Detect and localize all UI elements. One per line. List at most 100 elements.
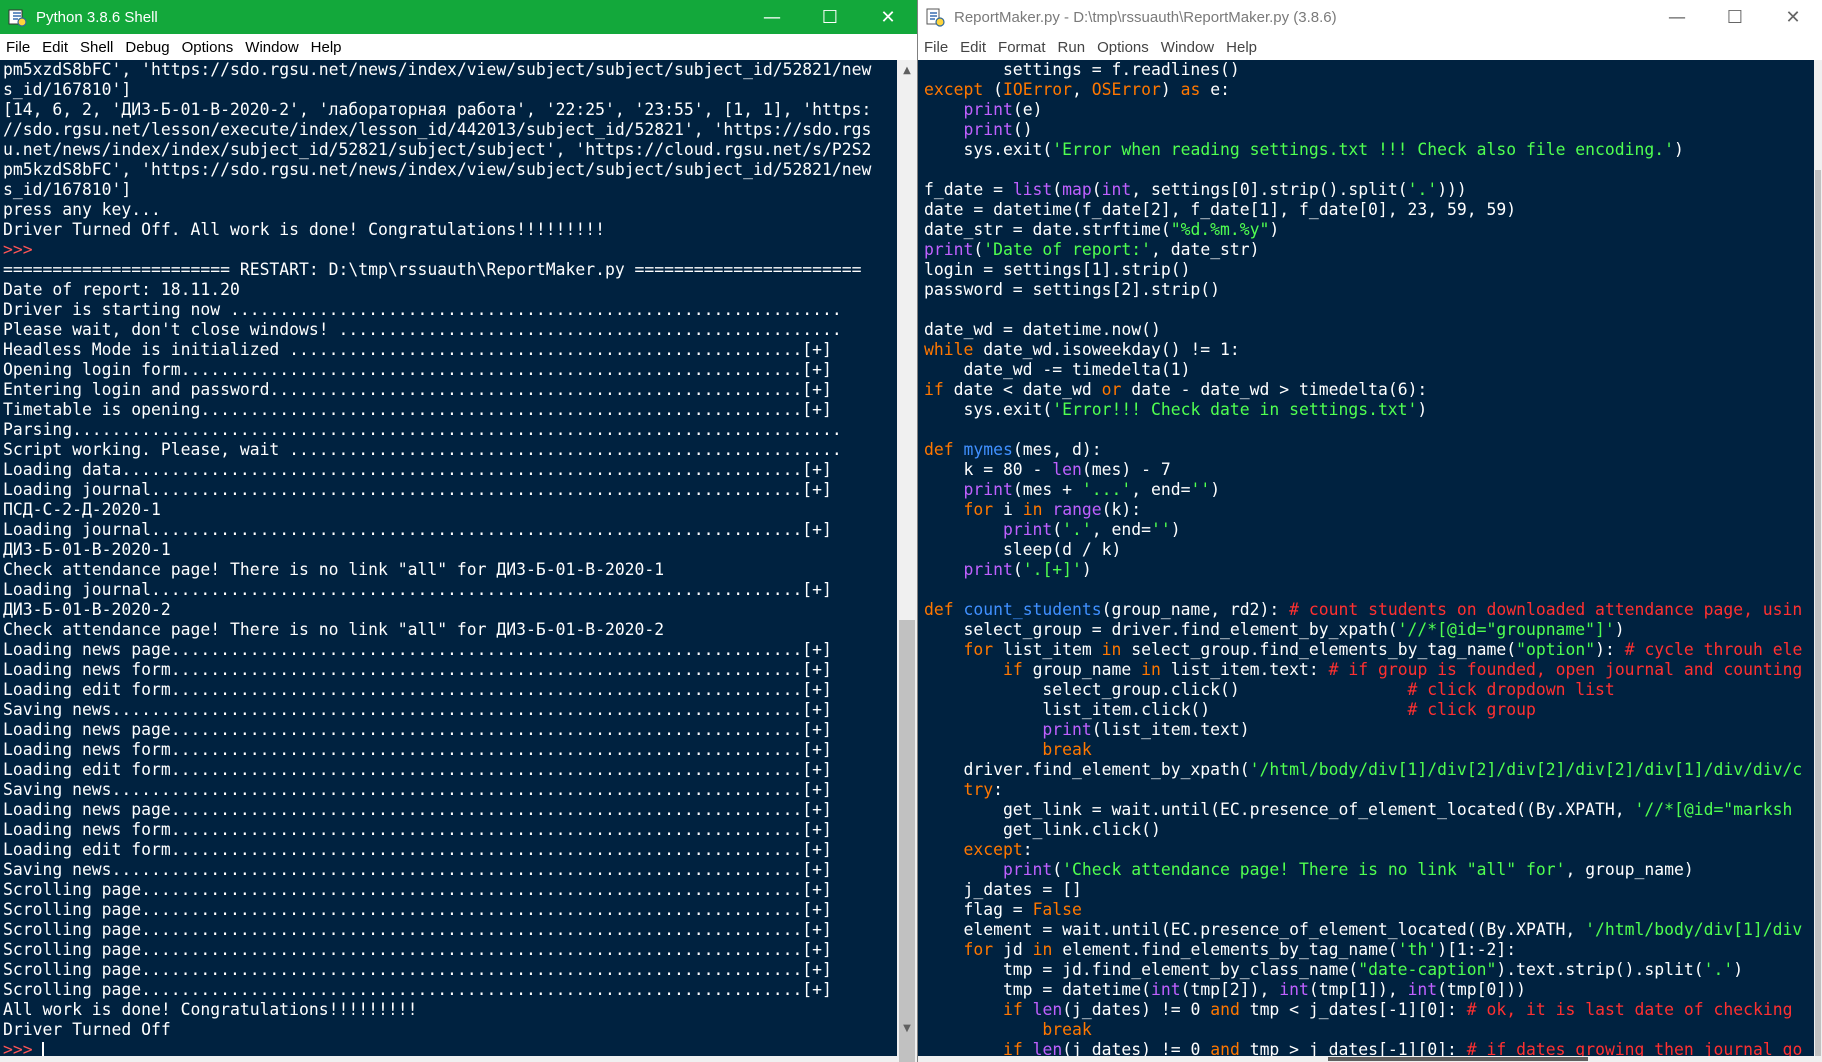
shell-output-line: Check attendance page! There is no link … — [3, 620, 665, 639]
menu-format[interactable]: Format — [992, 39, 1052, 56]
code-token: "date-caption" — [1358, 960, 1497, 979]
menu-options[interactable]: Options — [176, 39, 240, 56]
editor-scrollbar[interactable] — [1814, 60, 1822, 1062]
code-token: get_link = wait.until(EC.presence_of_ele… — [924, 800, 1635, 819]
code-token: ( — [1012, 560, 1023, 579]
python-icon — [6, 6, 28, 28]
code-line: tmp = datetime(int(tmp[2]), int(tmp[1]),… — [924, 980, 1814, 1000]
code-line: print('Date of report:', date_str) — [924, 240, 1814, 260]
menu-options[interactable]: Options — [1091, 39, 1155, 56]
shell-output-line: Scrolling page..........................… — [3, 940, 832, 959]
code-token: date = datetime(f_date[2], f_date[1], f_… — [924, 200, 1517, 219]
code-token: "option" — [1516, 640, 1596, 659]
code-token: list_item.text: — [1160, 660, 1329, 679]
code-token: element.find_elements_by_tag_name( — [1052, 940, 1398, 959]
menu-window[interactable]: Window — [239, 39, 304, 56]
code-token: while — [924, 340, 974, 359]
code-token: 'th' — [1397, 940, 1438, 959]
code-token: break — [1042, 740, 1092, 759]
shell-output-line: Saving news.............................… — [3, 860, 832, 879]
menu-shell[interactable]: Shell — [74, 39, 119, 56]
shell-output-line: Loading journal.........................… — [3, 520, 832, 539]
shell-scrollbar[interactable]: ▲ ▼ — [897, 60, 917, 1062]
shell-output-line: Parsing.................................… — [3, 420, 842, 439]
code-line: date_wd = datetime.now() — [924, 320, 1814, 340]
code-token: print — [963, 560, 1013, 579]
menu-window[interactable]: Window — [1155, 39, 1220, 56]
code-token: print — [963, 100, 1013, 119]
shell-output-line: Scrolling page..........................… — [3, 900, 832, 919]
code-token: # if group is founded, open journal and … — [1328, 660, 1803, 679]
code-token: print — [1042, 720, 1092, 739]
code-token: f_date = — [924, 180, 1013, 199]
menu-help[interactable]: Help — [305, 39, 348, 56]
shell-output-line: Timetable is opening....................… — [3, 400, 832, 419]
code-token: date < date_wd — [943, 380, 1102, 399]
menu-edit[interactable]: Edit — [954, 39, 992, 56]
close-icon[interactable]: ✕ — [1764, 0, 1822, 34]
scroll-up-icon[interactable]: ▲ — [897, 60, 917, 80]
code-token: 'Error when reading settings.txt !!! Che… — [1052, 140, 1674, 159]
minimize-icon[interactable]: — — [743, 0, 801, 34]
editor-scroll-thumb[interactable] — [1815, 170, 1821, 1060]
shell-titlebar[interactable]: Python 3.8.6 Shell — ☐ ✕ — [0, 0, 917, 34]
maximize-icon[interactable]: ☐ — [1706, 0, 1764, 34]
code-token: select_group = driver.find_element_by_xp… — [924, 620, 1398, 639]
code-token: group_name — [1022, 660, 1142, 679]
code-token: for — [963, 500, 994, 519]
code-line: tmp = jd.find_element_by_class_name("dat… — [924, 960, 1814, 980]
code-token: ))) — [1437, 180, 1467, 199]
menu-help[interactable]: Help — [1220, 39, 1263, 56]
shell-output-line: ПСД-С-2-Д-2020-1 — [3, 500, 161, 519]
code-token: try — [963, 780, 994, 799]
shell-output-line: >>> — [3, 240, 897, 260]
code-token: count_students — [963, 600, 1102, 619]
code-line: for i in range(k): — [924, 500, 1814, 520]
code-line: def mymes(mes, d): — [924, 440, 1814, 460]
code-token: and — [1210, 1000, 1240, 1019]
scroll-thumb[interactable] — [899, 620, 915, 1062]
shell-output[interactable]: pm5xzdS8bFC', 'https://sdo.rgsu.net/news… — [0, 60, 897, 1062]
code-editor[interactable]: settings = f.readlines() except (IOError,… — [918, 60, 1814, 1062]
code-token: date - date_wd > timedelta(6): — [1121, 380, 1428, 399]
code-token: if — [924, 380, 944, 399]
code-token: # ok, it is last date of checking — [1466, 1000, 1793, 1019]
menu-file[interactable]: File — [918, 39, 954, 56]
code-line: date_wd -= timedelta(1) — [924, 360, 1814, 380]
close-icon[interactable]: ✕ — [859, 0, 917, 34]
code-token: 'Check attendance page! There is no link… — [1062, 860, 1566, 879]
code-token: (mes, d): — [1012, 440, 1102, 459]
code-token: ( — [1052, 180, 1063, 199]
scroll-down-icon[interactable]: ▼ — [897, 1018, 917, 1038]
code-token: date_str = date.strftime( — [924, 220, 1171, 239]
code-token: '' — [1151, 520, 1171, 539]
code-line: for jd in element.find_elements_by_tag_n… — [924, 940, 1814, 960]
code-line: except: — [924, 840, 1814, 860]
shell-output-line: s_id/167810'] — [3, 80, 132, 99]
code-token: # click dropdown list — [1407, 680, 1615, 699]
code-line: login = settings[1].strip() — [924, 260, 1814, 280]
code-token: range — [1052, 500, 1102, 519]
code-token: # click group — [1407, 700, 1536, 719]
code-token: e: — [1200, 80, 1230, 99]
editor-titlebar[interactable]: ReportMaker.py - D:\tmp\rssuauth\ReportM… — [918, 0, 1822, 34]
menu-edit[interactable]: Edit — [36, 39, 74, 56]
menu-file[interactable]: File — [0, 39, 36, 56]
menu-debug[interactable]: Debug — [119, 39, 175, 56]
editor-hscroll-thumb[interactable] — [1328, 1057, 1588, 1061]
editor-hscrollbar[interactable] — [918, 1056, 1822, 1062]
code-token: list — [1012, 180, 1053, 199]
code-token: k = 80 - — [924, 460, 1053, 479]
minimize-icon[interactable]: — — [1648, 0, 1706, 34]
menu-run[interactable]: Run — [1052, 39, 1092, 56]
code-token: '//*[@id="marksh — [1634, 800, 1793, 819]
code-token: (j_dates) != 0 — [1062, 1000, 1211, 1019]
code-token: def — [924, 600, 954, 619]
maximize-icon[interactable]: ☐ — [801, 0, 859, 34]
code-token: ) — [1160, 80, 1181, 99]
code-token: ) — [1733, 960, 1744, 979]
